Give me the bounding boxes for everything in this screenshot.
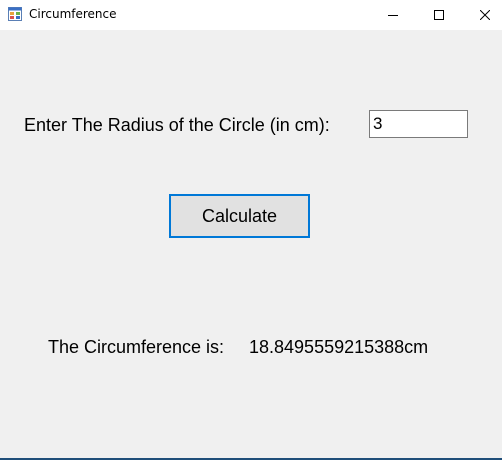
title-bar[interactable]: Circumference: [0, 0, 502, 30]
maximize-icon: [434, 10, 444, 20]
radius-input[interactable]: [369, 110, 468, 138]
result-label: The Circumference is:: [48, 337, 225, 357]
calculate-button[interactable]: Calculate: [169, 194, 310, 238]
close-icon: [480, 10, 490, 20]
minimize-button[interactable]: [370, 0, 416, 30]
result-value: 18.8495559215388cm: [249, 337, 429, 357]
windows-form-icon: [8, 7, 22, 21]
close-button[interactable]: [462, 0, 502, 30]
maximize-button[interactable]: [416, 0, 462, 30]
radius-label: Enter The Radius of the Circle (in cm):: [24, 115, 330, 135]
app-window: Circumference Enter The Radius of the Ci…: [0, 0, 502, 460]
window-title: Circumference: [29, 7, 117, 21]
minimize-icon: [388, 15, 398, 16]
